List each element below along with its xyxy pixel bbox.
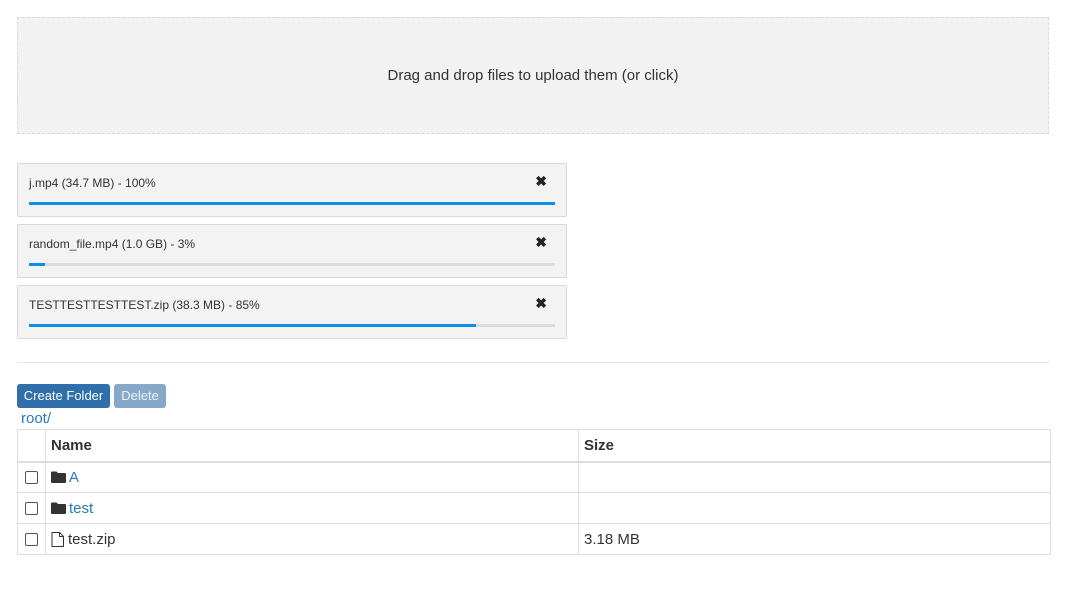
progress-track [29, 263, 555, 266]
size-cell [578, 492, 1051, 524]
divider [17, 362, 1050, 363]
close-icon[interactable]: ✖ [535, 296, 547, 310]
select-column-header [17, 429, 46, 463]
folder-icon [51, 471, 66, 484]
folder-icon [51, 502, 66, 514]
close-icon[interactable]: ✖ [535, 174, 547, 188]
progress-bar [29, 263, 45, 266]
file-icon [51, 531, 64, 547]
table-row: A [17, 461, 1051, 493]
name-column-header[interactable]: Name [45, 429, 579, 463]
progress-bar [29, 324, 477, 327]
upload-label: j.mp4 (34.7 MB) - 100% [29, 176, 156, 190]
row-checkbox[interactable] [25, 471, 38, 485]
row-checkbox[interactable] [25, 502, 38, 516]
upload-item: TESTTESTTESTTEST.zip (38.3 MB) - 85% ✖ [17, 285, 567, 339]
file-table: Name Size A test test.zip 3.18 MB [17, 429, 1051, 555]
folder-link[interactable]: test [69, 500, 93, 517]
upload-list: j.mp4 (34.7 MB) - 100% ✖ random_file.mp4… [17, 163, 567, 346]
size-cell: 3.18 MB [578, 523, 1051, 555]
upload-item: j.mp4 (34.7 MB) - 100% ✖ [17, 163, 567, 217]
delete-button[interactable]: Delete [114, 384, 166, 408]
progress-bar [29, 202, 555, 205]
table-header-row: Name Size [17, 429, 1051, 463]
progress-track [29, 202, 555, 205]
upload-label: random_file.mp4 (1.0 GB) - 3% [29, 237, 196, 251]
create-folder-button[interactable]: Create Folder [17, 384, 110, 408]
table-row: test.zip 3.18 MB [17, 523, 1051, 555]
close-icon[interactable]: ✖ [535, 235, 547, 249]
upload-label: TESTTESTTESTTEST.zip (38.3 MB) - 85% [29, 298, 260, 312]
table-row: test [17, 492, 1051, 524]
folder-link[interactable]: A [69, 469, 79, 486]
size-cell [578, 461, 1051, 493]
breadcrumb[interactable]: root/ [21, 410, 51, 427]
size-column-header[interactable]: Size [578, 429, 1051, 463]
row-checkbox[interactable] [25, 533, 38, 547]
dropzone-text: Drag and drop files to upload them (or c… [387, 67, 679, 84]
upload-item: random_file.mp4 (1.0 GB) - 3% ✖ [17, 224, 567, 278]
upload-dropzone[interactable]: Drag and drop files to upload them (or c… [17, 17, 1049, 134]
progress-track [29, 324, 555, 327]
file-name[interactable]: test.zip [68, 531, 116, 548]
